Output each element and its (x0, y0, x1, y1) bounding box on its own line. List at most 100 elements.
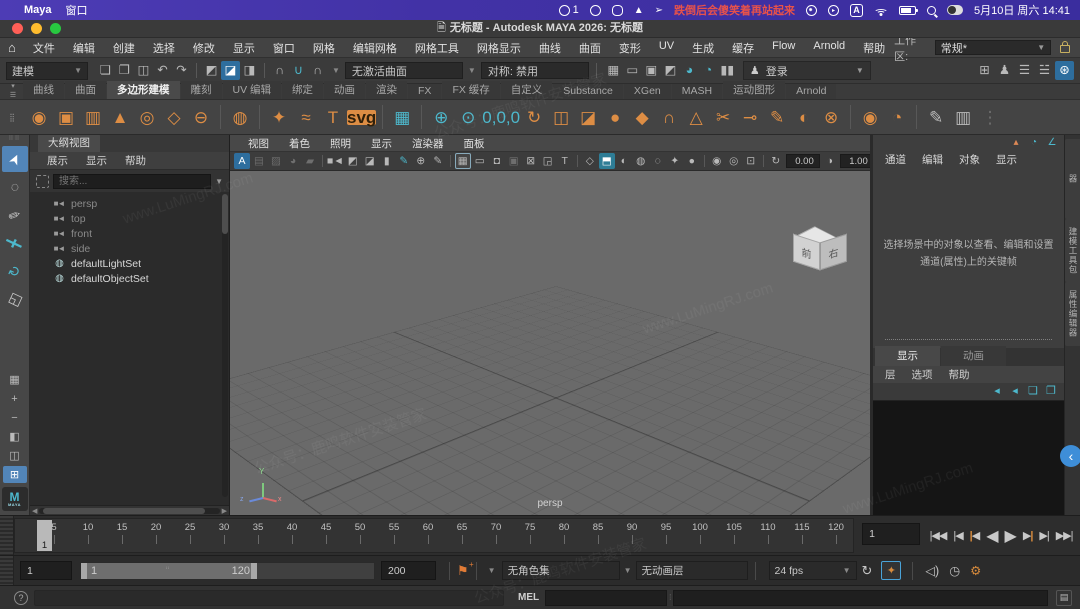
render-current-frame-icon[interactable]: ▭ (623, 61, 642, 80)
menu-item[interactable]: 创建 (104, 40, 144, 56)
uv-text-icon[interactable]: T (557, 153, 573, 169)
separator[interactable] (196, 63, 197, 78)
ao-icon[interactable]: ◌ (650, 153, 666, 169)
separator[interactable] (264, 63, 265, 78)
search-input[interactable] (53, 173, 212, 189)
globe-icon[interactable] (806, 4, 817, 16)
aa-icon[interactable]: ✦ (667, 153, 683, 169)
fps-dropdown[interactable]: 24 fps ▼ (768, 561, 857, 580)
textured-cube-icon[interactable]: ⬒ (598, 153, 615, 169)
timeline[interactable]: 1 5 10 15 20 25 30 35 40 45 50 55 60 65 70 75 80 85 90 95 1… (14, 518, 855, 553)
toolbox-grip[interactable]: ⠿⠿ (8, 135, 20, 142)
select-hierarchy-icon[interactable]: ◩ (202, 61, 221, 80)
speed-ramp-icon[interactable]: ◔ (1028, 137, 1040, 149)
exposure-icon[interactable]: ↻ (768, 153, 784, 169)
list-item[interactable]: ◍ defaultObjectSet (34, 271, 229, 286)
time-slider-grip[interactable] (0, 516, 14, 555)
mel-label[interactable]: MEL (518, 592, 539, 603)
menu-item[interactable]: 显示 (224, 40, 264, 56)
shelf-tab[interactable]: FX 缓存 (442, 81, 500, 99)
image-plane-icon[interactable]: ◪ (362, 153, 378, 169)
separator[interactable] (576, 155, 578, 167)
menu-item[interactable]: Flow (763, 40, 804, 56)
animation-start-field[interactable]: 1 (20, 561, 72, 580)
wireframe-icon[interactable]: ▦ (454, 153, 471, 169)
material-icon[interactable]: ◲ (540, 153, 556, 169)
viewport-canvas[interactable]: 前 右 Y x z persp (230, 171, 870, 515)
shelf-tab[interactable]: UV 编辑 (222, 81, 282, 99)
bookmark-icon[interactable]: ⚑ + (457, 560, 474, 579)
poly-torus-icon[interactable]: ◎ (134, 103, 160, 131)
camera-select-icon[interactable]: A (234, 153, 250, 169)
hypershade-icon[interactable]: ◕ (680, 61, 699, 80)
spotlight-search-icon[interactable] (927, 5, 936, 15)
separator[interactable] (259, 105, 260, 129)
poly-cone-icon[interactable]: ▲ (107, 103, 133, 131)
boolean-icon[interactable]: ⊗ (818, 103, 844, 131)
shadow-icon[interactable]: ◍ (633, 153, 649, 169)
menubar-clock[interactable]: 5月10日 周六 14:41 (974, 2, 1070, 18)
command-result-field[interactable] (673, 589, 1048, 606)
wedge-icon[interactable]: ◔ (884, 103, 910, 131)
use-default-material-icon[interactable]: ◇ (582, 153, 598, 169)
new-layer-selected-icon[interactable]: ❐ (1044, 385, 1058, 399)
gamma-field[interactable]: 1.00 (839, 154, 870, 168)
crease-pencil-icon[interactable]: ✎ (923, 103, 949, 131)
shelf-tab[interactable]: 绑定 (282, 81, 324, 99)
menu-item[interactable]: 渲染器 (402, 136, 454, 151)
shelf-tab[interactable]: 曲线 (23, 81, 64, 99)
bridge-icon[interactable]: ∩ (656, 103, 682, 131)
step-back-frame-button[interactable]: |◀ (953, 529, 963, 542)
range-slider-grip[interactable] (0, 556, 14, 585)
target-weld-icon[interactable]: ⊸ (737, 103, 763, 131)
select-tool[interactable]: ➤ (1, 146, 28, 172)
zero-transform-icon[interactable]: 0,0,0 (482, 103, 520, 131)
channel-box-icon[interactable]: ☰ (1015, 61, 1034, 80)
chevron-down-icon[interactable]: ▼ (488, 566, 496, 575)
isolate-select-icon[interactable]: ◉ (709, 153, 725, 169)
menu-item[interactable]: 文件 (24, 40, 64, 56)
move-tool[interactable]: ╋ (2, 230, 28, 256)
isolate-grid-icon[interactable]: ▦ (3, 371, 27, 388)
home-icon[interactable]: ⌂ (8, 40, 16, 55)
shelf-tab[interactable]: Substance (553, 84, 623, 99)
multi-cut-icon[interactable]: ✂ (710, 103, 736, 131)
list-item[interactable]: ■◄ persp (34, 196, 229, 211)
animation-preferences-icon[interactable]: ⚙ (970, 563, 981, 578)
menu-item[interactable]: 帮助 (116, 153, 155, 168)
adobe-cc-icon[interactable] (589, 4, 601, 16)
poly-cylinder-icon[interactable]: ▥ (80, 103, 106, 131)
dof-icon[interactable]: ● (684, 153, 700, 169)
shelf-tab[interactable]: 多边形建模 (107, 81, 180, 99)
snap-to-points-icon[interactable]: ∩ (308, 61, 327, 80)
flat-shade-icon[interactable]: ◘ (489, 153, 505, 169)
menu-item[interactable]: 曲面 (570, 40, 610, 56)
attribute-editor-icon[interactable]: ☱ (1035, 61, 1054, 80)
script-editor-icon[interactable]: ▤ (1056, 589, 1072, 606)
character-controls-icon[interactable]: ♟ (995, 61, 1014, 80)
login-dropdown[interactable]: ♟ 登录 ▼ (742, 61, 871, 80)
poly-plane-icon[interactable]: ◇ (161, 103, 187, 131)
chat-status-icon[interactable]: 1 (558, 4, 579, 16)
smooth-shade-icon[interactable]: ▭ (472, 153, 488, 169)
pane-plus-icon[interactable]: + (3, 390, 27, 407)
symmetry-field[interactable]: 对称: 禁用 (480, 62, 589, 79)
step-forward-frame-button[interactable]: ▶| (1039, 529, 1049, 542)
uv-columns-icon[interactable]: ▥ (950, 103, 976, 131)
step-back-key-button[interactable]: | ◀ (970, 529, 981, 543)
step-forward-key-button[interactable]: ▶ | (1023, 529, 1034, 543)
sync-clock-icon[interactable]: ◷ (949, 563, 960, 578)
pan-zoom-icon[interactable]: ⊕ (413, 153, 429, 169)
film-gate-icon[interactable]: ▨ (268, 153, 284, 169)
menu-item[interactable]: 修改 (184, 40, 224, 56)
layer-editor-tab[interactable]: 动画 (941, 346, 1006, 366)
menu-item[interactable]: 缓存 (723, 40, 763, 56)
menu-item[interactable]: 变形 (610, 40, 650, 56)
poly-text-icon[interactable]: T (320, 103, 346, 131)
menu-item[interactable]: 网格工具 (406, 40, 468, 56)
chevron-down-icon[interactable]: ▼ (624, 566, 632, 575)
dock-tab[interactable]: 通道盒/层编辑器 (1065, 139, 1080, 219)
range-slider[interactable]: ⁞⁞ 1 120 (80, 561, 375, 580)
svg-icon[interactable]: svg (347, 109, 377, 126)
smooth-icon[interactable]: ● (602, 103, 628, 131)
